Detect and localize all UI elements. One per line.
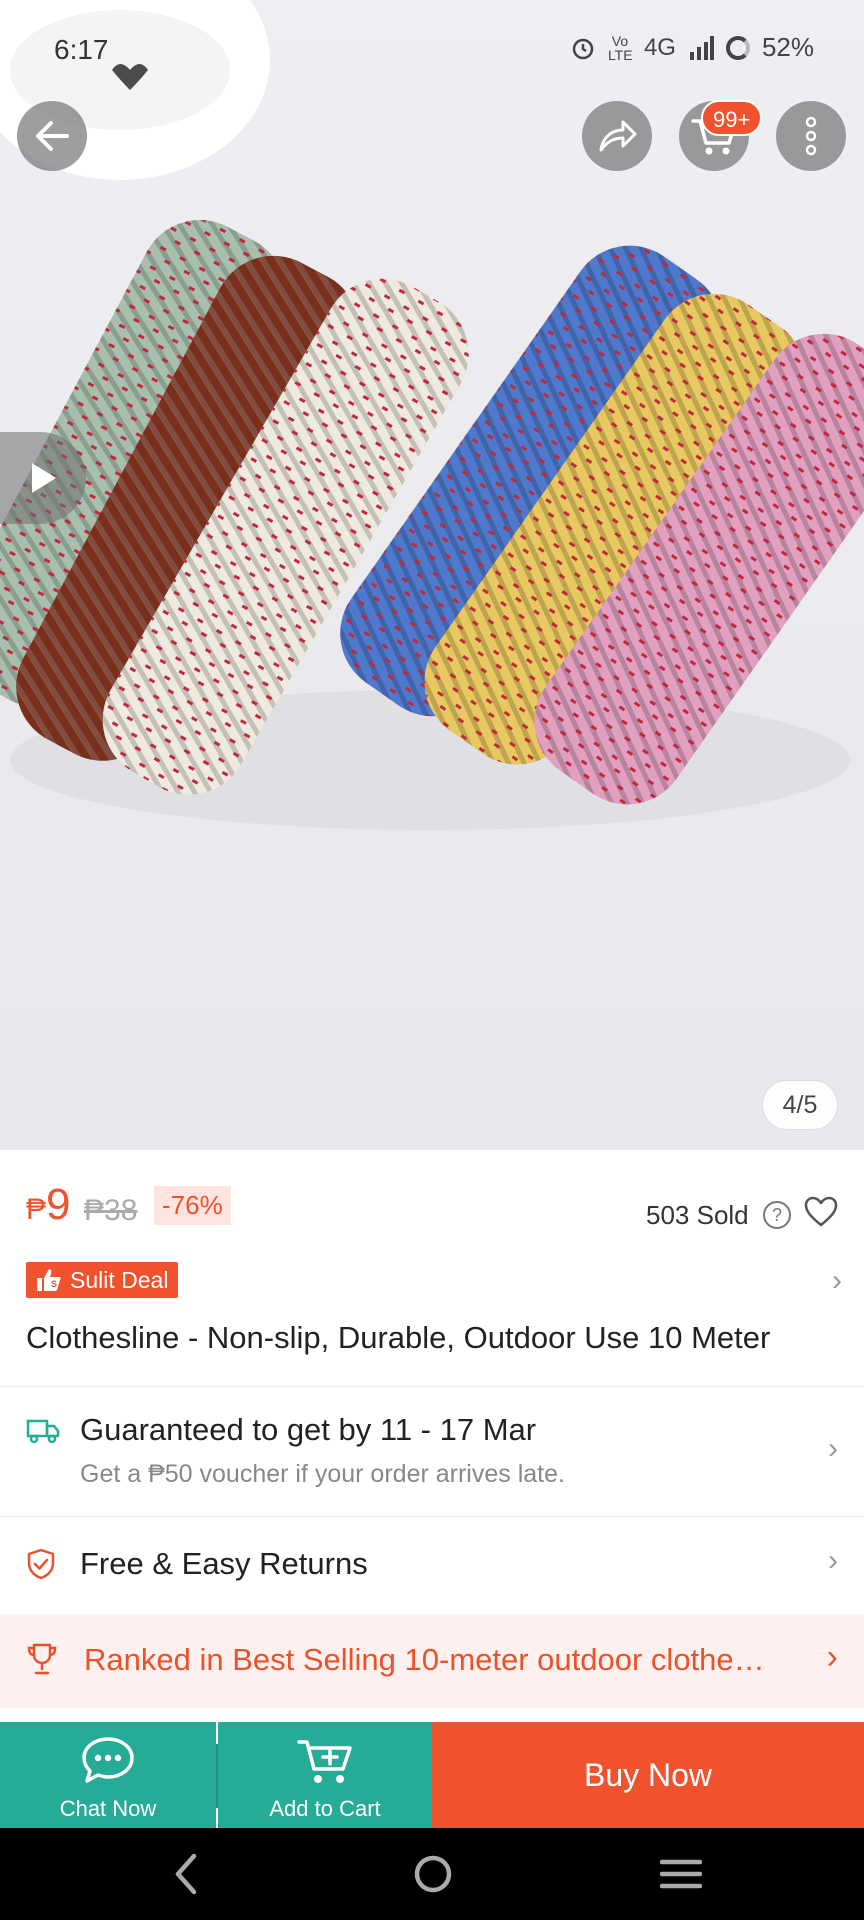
returns-label: Free & Easy Returns — [80, 1546, 368, 1581]
wishlist-heart-button[interactable] — [804, 1196, 838, 1233]
delivery-title: Guaranteed to get by 11 - 17 Mar — [80, 1412, 537, 1447]
share-arrow-icon — [599, 120, 637, 152]
divider — [0, 1386, 864, 1387]
volte-icon: Vo LTE — [607, 32, 633, 63]
cart-count-badge: 99+ — [701, 100, 763, 136]
ranked-label: Ranked in Best Selling 10-meter outdoor … — [84, 1642, 765, 1677]
chevron-right-icon: › — [826, 1638, 838, 1676]
deal-row[interactable]: S Sulit Deal › — [26, 1262, 846, 1298]
current-price-value: 9 — [46, 1180, 71, 1229]
chat-now-label: Chat Now — [59, 1796, 157, 1821]
chat-bubble-icon — [82, 1737, 134, 1783]
alarm-icon — [572, 38, 594, 59]
bottom-action-bar: Chat Now Add to Cart Buy Now — [0, 1722, 864, 1828]
original-price: ₱38 — [84, 1194, 138, 1227]
product-photo-ropes — [0, 0, 864, 830]
divider — [0, 1516, 864, 1517]
product-title: Clothesline - Non-slip, Durable, Outdoor… — [26, 1320, 771, 1355]
add-to-cart-label: Add to Cart — [269, 1796, 381, 1821]
svg-text:S: S — [51, 1279, 57, 1289]
network-type: 4G — [643, 33, 676, 61]
battery-icon — [725, 35, 750, 60]
nav-back-icon[interactable] — [166, 1850, 206, 1898]
sold-count: 503 Sold — [646, 1200, 749, 1230]
product-image-gallery[interactable]: 6:17 Vo LTE 4G 52% 99+ 4/5 — [0, 0, 864, 1150]
share-button[interactable] — [582, 101, 652, 171]
heart-icon — [804, 1196, 838, 1227]
currency-symbol: ₱ — [26, 1193, 47, 1226]
nav-home-icon[interactable] — [412, 1850, 454, 1898]
discount-badge: -76% — [154, 1186, 231, 1225]
delivery-subtitle: Get a ₱50 voucher if your order arrives … — [80, 1460, 565, 1488]
deal-label: Sulit Deal — [70, 1266, 169, 1293]
image-counter: 4/5 — [762, 1080, 838, 1130]
current-price: ₱9 — [26, 1180, 71, 1230]
price-row: ₱9 ₱38 -76% 503 Sold ? — [26, 1180, 846, 1240]
status-time: 6:17 — [54, 34, 109, 65]
trophy-icon — [27, 1643, 57, 1675]
kebab-menu-icon — [805, 116, 817, 156]
truck-icon — [26, 1419, 60, 1444]
sulit-deal-badge: S Sulit Deal — [26, 1262, 179, 1298]
chat-now-button[interactable]: Chat Now — [0, 1722, 216, 1828]
chevron-right-icon: › — [832, 1264, 842, 1297]
play-icon — [32, 463, 56, 493]
status-icons: Vo LTE 4G 52% — [570, 32, 814, 63]
chevron-right-icon: › — [828, 1544, 838, 1577]
thumbs-up-icon: S — [37, 1269, 61, 1291]
nav-recents-icon[interactable] — [660, 1850, 702, 1898]
more-options-button[interactable] — [776, 101, 846, 171]
buy-now-button[interactable]: Buy Now — [432, 1722, 864, 1828]
add-to-cart-button[interactable]: Add to Cart — [218, 1722, 432, 1828]
returns-row[interactable]: Free & Easy Returns › — [0, 1518, 864, 1612]
chevron-right-icon: › — [828, 1432, 838, 1465]
status-bar: 6:17 Vo LTE 4G 52% — [0, 0, 864, 100]
arrow-left-icon — [36, 121, 69, 151]
delivery-guarantee-row[interactable]: Guaranteed to get by 11 - 17 Mar Get a ₱… — [0, 1388, 864, 1516]
shield-check-icon — [27, 1548, 55, 1580]
system-nav-bar — [0, 1828, 864, 1920]
cart-plus-icon — [297, 1740, 352, 1783]
signal-icon — [689, 35, 714, 60]
back-button[interactable] — [17, 101, 87, 171]
battery-percent: 52% — [761, 32, 814, 62]
best-selling-rank-row[interactable]: Ranked in Best Selling 10-meter outdoor … — [0, 1614, 864, 1708]
help-icon[interactable]: ? — [763, 1201, 791, 1229]
